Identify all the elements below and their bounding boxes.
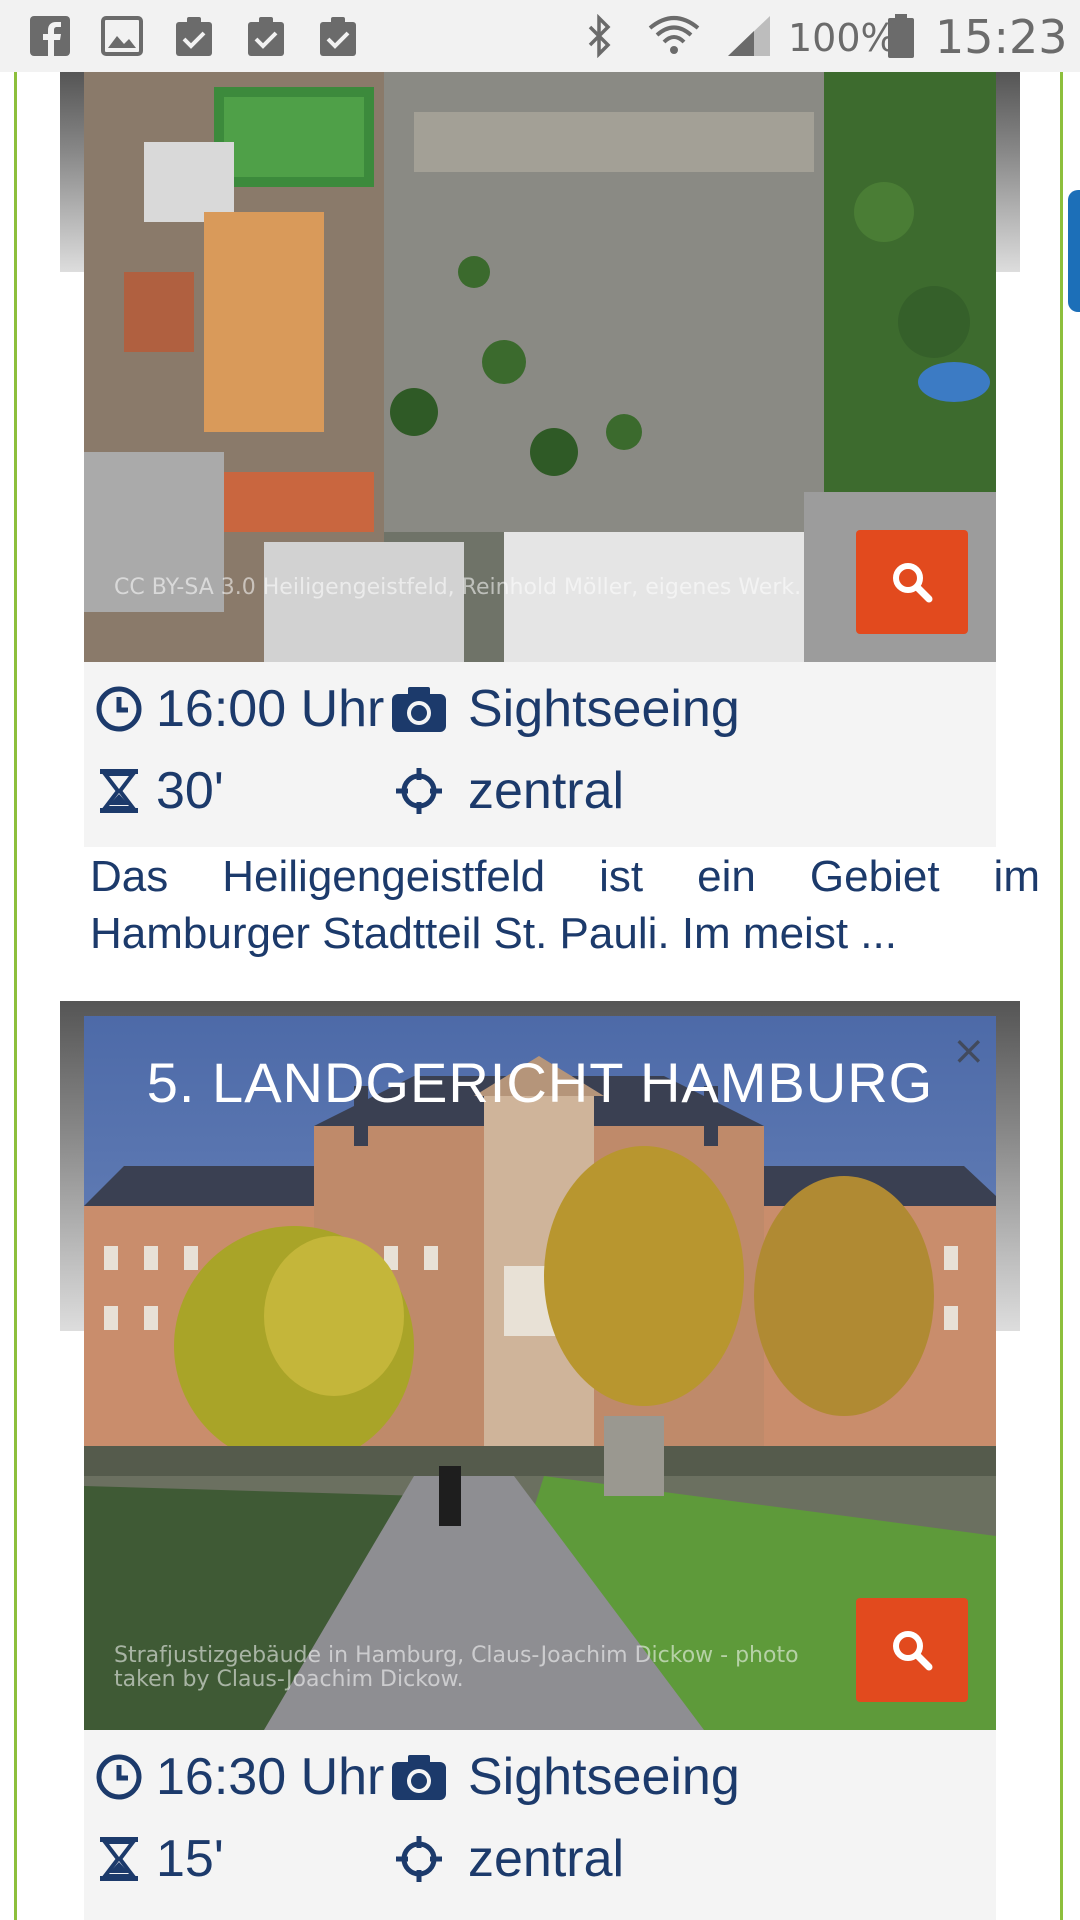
location-text: zentral — [468, 1830, 625, 1888]
page-frame-left — [14, 72, 17, 1920]
category-text: Sightseeing — [468, 1748, 740, 1806]
category-row: Sightseeing — [390, 1742, 740, 1812]
battery-percent: 100% — [788, 16, 897, 60]
location-row: zentral — [394, 1824, 624, 1894]
card-info-panel: 16:00 Uhr Sightseeing 30' zentral — [84, 662, 996, 847]
clipboard-check-icon — [320, 17, 356, 56]
time-text: 16:30 Uhr — [156, 1748, 385, 1806]
status-bar: 100% 15:23 — [0, 0, 1080, 72]
location-text: zentral — [468, 762, 625, 820]
card-description: Das Heiligengeistfeld ist ein Gebiet im … — [90, 852, 1040, 958]
side-tab-handle[interactable] — [1068, 190, 1080, 312]
card-title: 5. LANDGERICHT HAMBURG — [146, 1051, 934, 1114]
time-row: 16:00 Uhr — [94, 674, 384, 744]
hourglass-icon — [100, 769, 138, 813]
clipboard-check-icon — [248, 17, 284, 56]
zoom-button[interactable] — [856, 1598, 968, 1702]
card-info-panel: 16:30 Uhr Sightseeing 15' zentral — [84, 1730, 996, 1920]
camera-icon — [392, 1755, 446, 1800]
clock-icon — [96, 1754, 142, 1800]
duration-row: 30' — [94, 756, 224, 826]
duration-row: 15' — [94, 1824, 224, 1894]
crosshair-icon — [396, 768, 442, 814]
photo-caption: CC BY-SA 3.0 Heiligengeistfeld, Reinhold… — [114, 575, 802, 600]
camera-icon — [392, 687, 446, 732]
crosshair-icon — [396, 1836, 442, 1882]
category-row: Sightseeing — [390, 674, 740, 744]
category-text: Sightseeing — [468, 680, 740, 738]
time-row: 16:30 Uhr — [94, 1742, 384, 1812]
search-icon — [893, 563, 933, 603]
signal-icon — [728, 16, 770, 56]
duration-text: 15' — [156, 1830, 224, 1888]
clipboard-check-icon — [176, 17, 212, 56]
page-frame-right — [1060, 72, 1063, 1920]
status-time: 15:23 — [935, 10, 1068, 64]
facebook-icon — [30, 16, 70, 56]
gallery-icon — [101, 16, 143, 56]
time-text: 16:00 Uhr — [156, 680, 385, 738]
clock-icon — [96, 686, 142, 732]
location-row: zentral — [394, 756, 624, 826]
duration-text: 30' — [156, 762, 224, 820]
photo-caption: Strafjustizgebäude in Hamburg, Claus-Joa… — [114, 1643, 799, 1692]
bluetooth-icon — [588, 14, 611, 58]
zoom-button[interactable] — [856, 530, 968, 634]
close-icon[interactable]: × — [952, 1028, 986, 1074]
search-icon — [893, 1631, 933, 1671]
hourglass-icon — [100, 1837, 138, 1881]
wifi-icon — [648, 16, 700, 54]
battery-icon — [888, 14, 914, 58]
